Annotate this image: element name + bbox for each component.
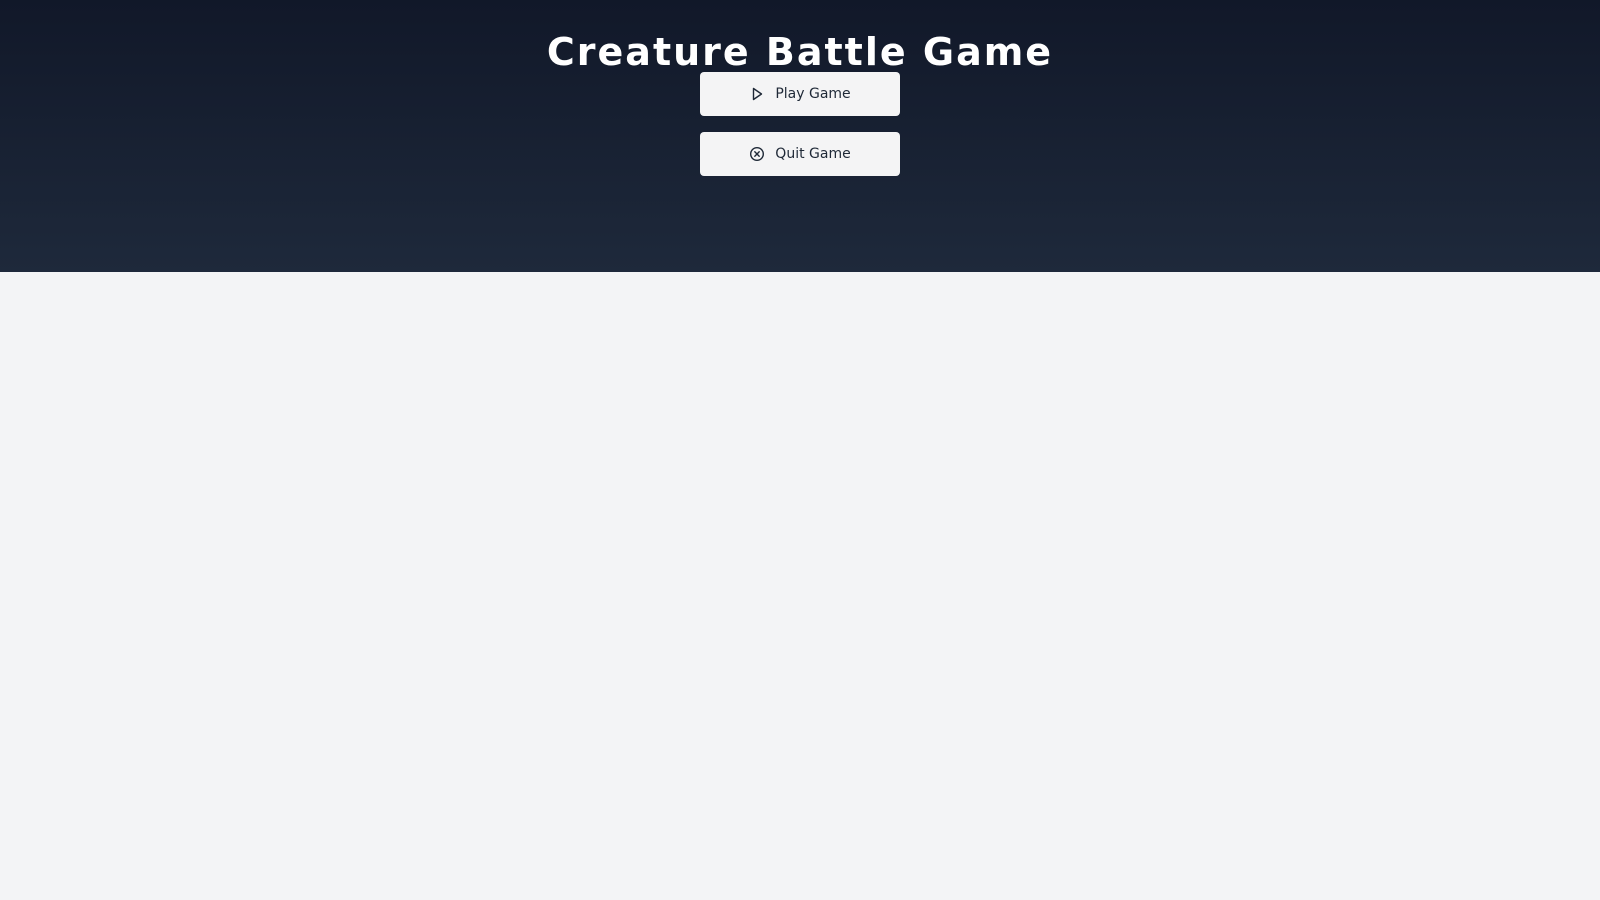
close-circle-icon xyxy=(749,146,765,162)
play-game-label: Play Game xyxy=(775,86,851,102)
play-game-button[interactable]: Play Game xyxy=(700,72,900,116)
quit-game-button[interactable]: Quit Game xyxy=(700,132,900,176)
title-banner: Creature Battle Game Play Game Quit Game xyxy=(0,0,1600,272)
game-title: Creature Battle Game xyxy=(546,30,1054,74)
main-content-area xyxy=(0,272,1600,900)
play-icon xyxy=(749,86,765,102)
quit-game-label: Quit Game xyxy=(775,146,851,162)
